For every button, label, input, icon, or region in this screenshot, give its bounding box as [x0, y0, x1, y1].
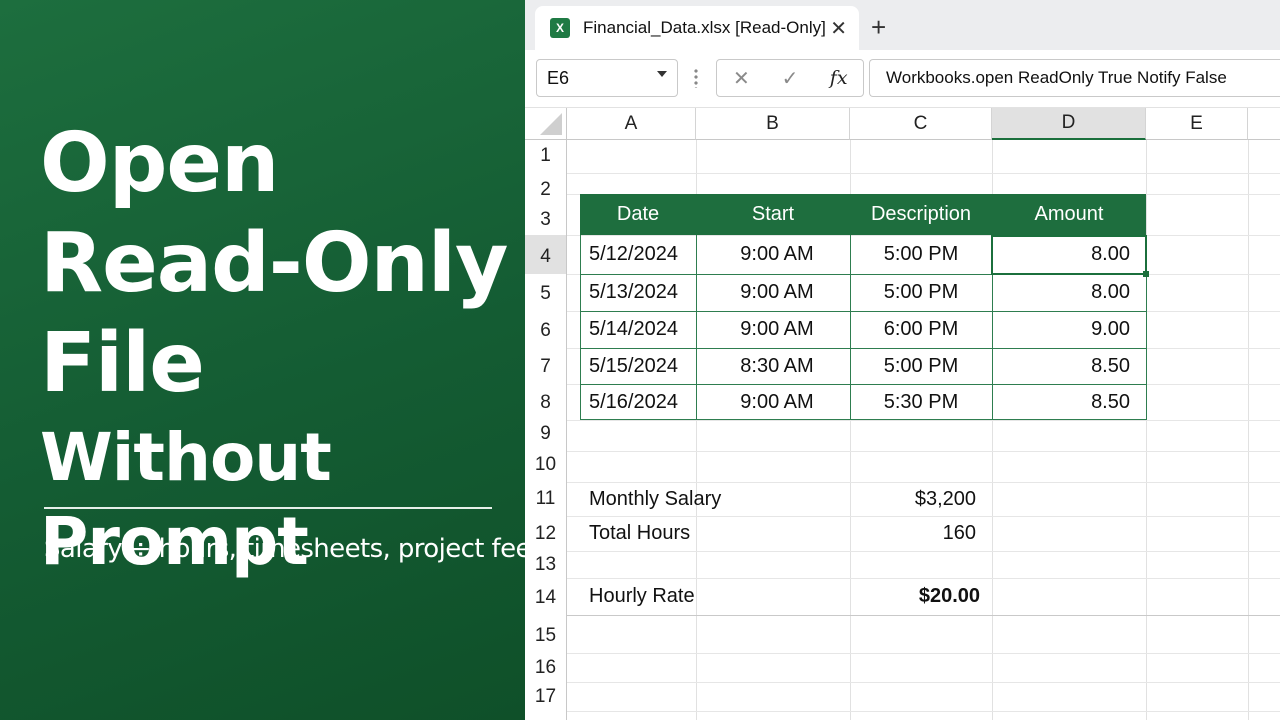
enter-icon[interactable]: ✓: [766, 66, 815, 91]
table-cell-description[interactable]: 6:00 PM: [850, 311, 992, 348]
table-header-date[interactable]: Date: [580, 194, 696, 235]
promo-title-line-1: Open: [40, 116, 279, 211]
row-header-18[interactable]: [525, 711, 567, 720]
new-tab-button[interactable]: +: [871, 12, 886, 43]
table-cell-description[interactable]: 5:00 PM: [850, 348, 992, 384]
column-header-f[interactable]: [1248, 108, 1280, 140]
column-header-b[interactable]: B: [696, 108, 850, 140]
row-header-14[interactable]: 14: [525, 578, 567, 615]
row-header-9[interactable]: 9: [525, 420, 567, 451]
table-cell-amount[interactable]: 8.50: [992, 348, 1146, 384]
gridline: [1146, 140, 1147, 720]
table-cell-date[interactable]: 5/12/2024: [580, 235, 696, 274]
spreadsheet-grid[interactable]: A B C D E 1 2 3 4 5 6 7 8 9 10 11 12 13 …: [525, 108, 1280, 720]
promo-title-line-3: File: [40, 316, 205, 411]
salary-label[interactable]: Monthly Salary: [580, 482, 850, 516]
row-header-15[interactable]: 15: [525, 615, 567, 653]
chevron-down-icon[interactable]: [657, 71, 667, 77]
table-cell-description[interactable]: 5:00 PM: [850, 274, 992, 311]
table-cell-amount[interactable]: 9.00: [992, 311, 1146, 348]
table-cell-date[interactable]: 5/14/2024: [580, 311, 696, 348]
gridline: [567, 711, 1280, 712]
cancel-icon[interactable]: ✕: [717, 66, 766, 91]
table-cell-start[interactable]: 9:00 AM: [696, 235, 850, 274]
hours-value[interactable]: 160: [850, 516, 992, 551]
table-cell-date[interactable]: 5/15/2024: [580, 348, 696, 384]
promo-title: Open Read-Only File Without Prompt: [40, 114, 525, 584]
gridline: [567, 451, 1280, 452]
table-header-amount[interactable]: Amount: [992, 194, 1146, 235]
tab-title: Financial_Data.xlsx [Read-Only]: [583, 18, 826, 37]
table-header-description[interactable]: Description: [850, 194, 992, 235]
column-header-e[interactable]: E: [1146, 108, 1248, 140]
row-header-10[interactable]: 10: [525, 451, 567, 482]
formula-input[interactable]: Workbooks.open ReadOnly True Notify Fals…: [869, 59, 1280, 97]
select-all-button[interactable]: [525, 108, 567, 140]
row-header-3[interactable]: 3: [525, 205, 567, 235]
row-header-1[interactable]: 1: [525, 140, 567, 173]
formula-bar: E6 ✕ ✓ fx Workbooks.open ReadOnly True N…: [525, 50, 1280, 108]
rate-value[interactable]: $20.00: [850, 578, 992, 615]
salary-value[interactable]: $3,200: [850, 482, 992, 516]
table-cell-description[interactable]: 5:00 PM: [850, 235, 992, 274]
row-header-17[interactable]: 17: [525, 682, 567, 711]
insert-function-icon[interactable]: fx: [814, 67, 863, 89]
table-cell-date[interactable]: 5/13/2024: [580, 274, 696, 311]
promo-title-line-2: Read-Only: [40, 216, 508, 311]
promo-subtitle: Salary ÷ hours, timesheets, project fees: [44, 534, 544, 564]
gridline: [567, 551, 1280, 552]
table-header-start[interactable]: Start: [696, 194, 850, 235]
table-cell-start[interactable]: 9:00 AM: [696, 311, 850, 348]
hours-label[interactable]: Total Hours: [580, 516, 850, 551]
gridline: [567, 173, 1280, 174]
column-header-a[interactable]: A: [567, 108, 696, 140]
selected-cell[interactable]: [991, 235, 1149, 277]
row-header-6[interactable]: 6: [525, 311, 567, 348]
name-box[interactable]: E6: [536, 59, 678, 97]
table-cell-start[interactable]: 9:00 AM: [696, 384, 850, 420]
table-cell-start[interactable]: 8:30 AM: [696, 348, 850, 384]
gridline: [567, 682, 1280, 683]
row-header-2[interactable]: 2: [525, 173, 567, 205]
drag-handle-icon[interactable]: [694, 68, 698, 88]
column-header-d[interactable]: D: [992, 108, 1146, 140]
excel-icon: X: [550, 18, 570, 38]
table-cell-amount[interactable]: 8.50: [992, 384, 1146, 420]
excel-window: X Financial_Data.xlsx [Read-Only] ✕ + E6…: [525, 0, 1280, 720]
gridline: [1248, 140, 1249, 720]
close-icon[interactable]: ✕: [830, 16, 847, 41]
row-header-13[interactable]: 13: [525, 551, 567, 578]
row-header-12[interactable]: 12: [525, 516, 567, 551]
table-cell-amount[interactable]: 8.00: [992, 274, 1146, 311]
row-header-16[interactable]: 16: [525, 653, 567, 682]
gridline: [567, 420, 1280, 421]
row-header-11[interactable]: 11: [525, 482, 567, 516]
rate-label[interactable]: Hourly Rate: [580, 578, 850, 615]
tab-bar: X Financial_Data.xlsx [Read-Only] ✕ +: [525, 0, 1280, 50]
table-cell-date[interactable]: 5/16/2024: [580, 384, 696, 420]
promo-panel: Open Read-Only File Without Prompt Salar…: [0, 0, 544, 720]
formula-buttons: ✕ ✓ fx: [716, 59, 864, 97]
row-header-5[interactable]: 5: [525, 274, 567, 311]
row-header-7[interactable]: 7: [525, 348, 567, 384]
name-box-value: E6: [547, 67, 570, 88]
gridline: [567, 615, 1280, 616]
tab-financial-data[interactable]: X Financial_Data.xlsx [Read-Only] ✕: [535, 6, 859, 50]
table-cell-description[interactable]: 5:30 PM: [850, 384, 992, 420]
gridline: [567, 653, 1280, 654]
row-header-4[interactable]: 4: [525, 235, 567, 274]
column-header-c[interactable]: C: [850, 108, 992, 140]
promo-divider: [44, 507, 492, 509]
table-cell-start[interactable]: 9:00 AM: [696, 274, 850, 311]
row-header-8[interactable]: 8: [525, 384, 567, 420]
